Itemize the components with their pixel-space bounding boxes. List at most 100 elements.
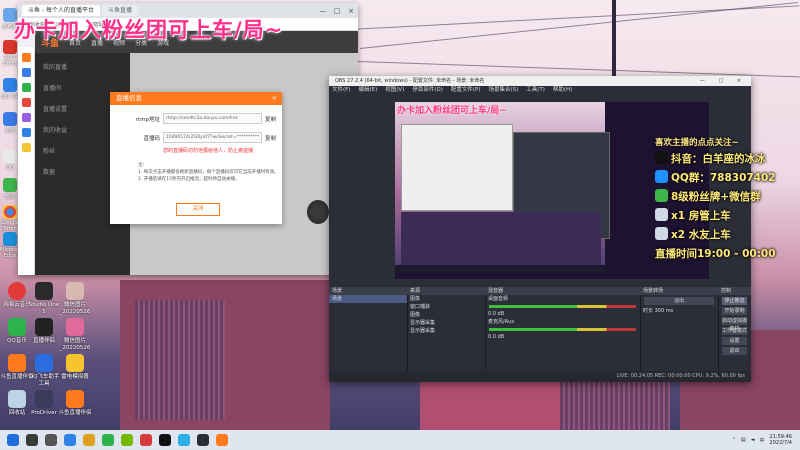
source-item[interactable]: 图像 — [407, 295, 485, 303]
minimize-icon[interactable]: — — [316, 7, 330, 15]
maximize-icon[interactable]: □ — [718, 78, 729, 84]
stream-code-label: 直播码 — [143, 135, 160, 142]
close-icon[interactable]: × — [737, 78, 747, 84]
fans-text: 8级粉丝牌+微信群 — [671, 191, 761, 203]
virtual-camera-button[interactable]: 启动虚拟摄像机 — [722, 317, 747, 332]
dialog-title: 直播信息 — [116, 94, 142, 102]
source-item[interactable]: 窗口捕获 — [407, 303, 485, 311]
menu-scene-collection[interactable]: 场景集合(S) — [488, 86, 518, 95]
menu-edit[interactable]: 编辑(E) — [358, 86, 377, 95]
sidebar-app-icon[interactable] — [21, 53, 31, 62]
sidebar-app-icon[interactable] — [21, 128, 31, 137]
desktop-icon[interactable]: QQ — [0, 150, 20, 171]
desktop-icon[interactable]: 微信图片_20220526 — [58, 318, 92, 352]
network-icon[interactable]: ▤ — [741, 437, 746, 443]
menu-view[interactable]: 视图(V) — [385, 86, 404, 95]
tip-line: 2. 开播后请在15秒内开启推流，超时将自动关播。 — [138, 177, 240, 182]
desktop-icon[interactable]: 迅雷 — [0, 112, 20, 134]
clock-date: 2022/7/4 — [769, 440, 792, 446]
transition-select[interactable]: 淡出 — [644, 297, 714, 305]
audio-mixer-dock: 混音器 桌面音频 0.0 dB 麦克风/Aux 0.0 dB — [485, 287, 641, 371]
mixer-track-label: 麦克风/Aux — [488, 319, 515, 325]
close-dialog-button[interactable]: 关闭 — [176, 203, 220, 216]
app-icon[interactable] — [140, 434, 152, 446]
close-icon[interactable]: × — [344, 7, 358, 15]
input-language[interactable]: 中 — [760, 437, 765, 444]
menu-help[interactable]: 帮助(H) — [553, 86, 572, 95]
obs-icon[interactable] — [197, 434, 209, 446]
exit-button[interactable]: 退出 — [722, 347, 747, 355]
desktop-icon[interactable]: 斗鱼直播伴侣 — [58, 390, 92, 417]
sidebar-app-icon[interactable] — [21, 68, 31, 77]
sidebar-app-icon[interactable] — [21, 98, 31, 107]
stop-streaming-button[interactable]: 停止推流 — [722, 297, 747, 305]
copy-rtmp-button[interactable]: 复制 — [265, 115, 276, 123]
desktop-icon[interactable]: Microsoft Edge — [0, 232, 23, 259]
obs-status-bar: LIVE: 00:24:05 REC: 00:00:00 CPU: 9.2%, … — [329, 371, 751, 382]
qq-icon[interactable] — [159, 434, 171, 446]
desktop-icon[interactable]: Google Chrome — [0, 205, 20, 232]
desktop-icon[interactable]: 微信图片_20220526 — [58, 282, 92, 316]
steam-icon[interactable] — [26, 434, 38, 446]
rtmp-address-field[interactable]: rtmp://sendtc3a.douyu.com/live — [163, 113, 262, 124]
tips-block: 注： 1. 每次点击开播都会刷新直播码，每个直播码仅可在当前开播时有效。 2. … — [138, 162, 282, 183]
side-menu-item[interactable]: 我的直播 — [43, 62, 122, 74]
sidebar-app-icon[interactable] — [21, 143, 31, 152]
source-item[interactable]: 图像 — [407, 311, 485, 319]
floating-media-widget[interactable] — [307, 200, 329, 224]
app-icon[interactable] — [178, 434, 190, 446]
desktop-icon[interactable]: 雷电模拟器 — [58, 354, 92, 381]
menu-file[interactable]: 文件(F) — [332, 86, 350, 95]
menu-docks[interactable]: 停靠部件(D) — [412, 86, 443, 95]
obs-menu-bar: 文件(F) 编辑(E) 视图(V) 停靠部件(D) 配置文件(P) 场景集合(S… — [329, 86, 751, 95]
wechat-icon[interactable] — [102, 434, 114, 446]
desktop-icon[interactable]: 微信 — [0, 178, 20, 200]
source-item[interactable]: 显示器采集 — [407, 319, 485, 327]
scene-item[interactable]: 场景 — [329, 295, 407, 303]
minimize-icon[interactable]: — — [700, 78, 711, 84]
controls-dock-title: 控制 — [718, 287, 751, 295]
preview-capture: 办卡加入粉丝团可上车/局~ — [395, 102, 610, 272]
desktop-icon[interactable]: QQ飞车 — [0, 78, 20, 100]
volume-icon[interactable]: ◄ — [751, 437, 755, 443]
douyu-icon[interactable] — [216, 434, 228, 446]
desktop-icon[interactable]: QQ飞车助手工具 — [27, 354, 61, 388]
follow-prompt: 喜欢主播的点点关注~ — [655, 138, 739, 148]
obs-title: OBS 27.2.4 (64-bit, windows) - 配置文件: 未命名… — [335, 78, 485, 84]
folder-icon[interactable] — [83, 434, 95, 446]
close-icon[interactable]: × — [272, 92, 277, 105]
start-icon[interactable] — [7, 434, 19, 446]
menu-profile[interactable]: 配置文件(P) — [451, 86, 481, 95]
browser-icon[interactable] — [64, 434, 76, 446]
preview-taskbar — [395, 265, 605, 272]
nvidia-icon[interactable] — [121, 434, 133, 446]
obs-title-bar: OBS 27.2.4 (64-bit, windows) - 配置文件: 未命名… — [329, 76, 751, 86]
desktop-icon[interactable]: WPS Office — [0, 40, 20, 67]
menu-tools[interactable]: 工具(T) — [526, 86, 545, 95]
maximize-icon[interactable]: □ — [330, 7, 344, 15]
stream-info-dialog: 直播信息 × rtmp地址 rtmp://sendtc3a.douyu.com/… — [110, 92, 282, 224]
preview-window-capture — [401, 124, 513, 211]
sidebar-app-icon[interactable] — [21, 83, 31, 92]
clock[interactable]: 21:59:46 2022/7/4 — [770, 434, 792, 446]
search-icon[interactable] — [45, 434, 57, 446]
copy-code-button[interactable]: 复制 — [265, 134, 276, 142]
start-recording-button[interactable]: 开始录制 — [722, 307, 747, 315]
desktop-icon[interactable]: Studio One 5 — [27, 282, 61, 316]
source-item[interactable]: 显示器采集 — [407, 327, 485, 335]
dialog-header: 直播信息 × — [110, 92, 282, 105]
sidebar-app-icon[interactable] — [21, 113, 31, 122]
system-tray: ⌃ ▤ ◄ 中 21:59:46 2022/7/4 — [732, 434, 800, 446]
studio-mode-button[interactable]: 工作室模式 — [722, 327, 747, 335]
sources-dock-title: 来源 — [407, 287, 485, 295]
tip-line: 1. 每次点击开播都会刷新直播码，每个直播码仅可在当前开播时有效。 — [138, 170, 279, 175]
car-icon — [655, 227, 668, 240]
stream-code-field[interactable]: 10490174rZG0yaf7?wsSecret=********** — [163, 132, 262, 143]
settings-button[interactable]: 设置 — [722, 337, 747, 345]
desktop-icon[interactable]: ProDriver — [27, 390, 61, 417]
desktop-icon[interactable]: 直播伴侣 — [27, 318, 61, 345]
transitions-dock-title: 场景转场 — [640, 287, 718, 295]
chevron-up-icon[interactable]: ⌃ — [732, 437, 736, 443]
mixer-dock-title: 混音器 — [485, 287, 640, 295]
duration-input[interactable]: 300 ms — [655, 308, 674, 314]
